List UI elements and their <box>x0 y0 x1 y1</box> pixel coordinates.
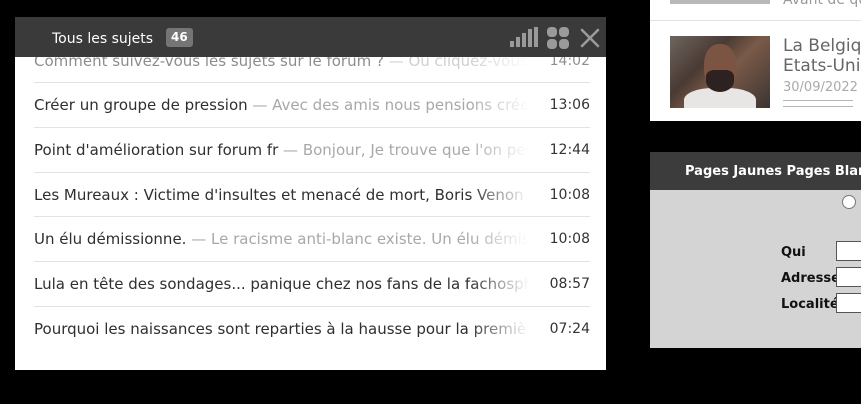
news-card: Avant de qu La Belgiqu Etats-Unis 30/09/… <box>650 0 861 121</box>
search-type-radio[interactable] <box>842 195 856 209</box>
bar-chart-icon[interactable] <box>510 27 538 47</box>
topic-line[interactable]: Les Mureaux : Victime d'insultes et mena… <box>34 185 529 205</box>
topic-time: 10:08 <box>549 186 590 203</box>
topic-title[interactable]: Lula en tête des sondages... panique che… <box>34 275 529 293</box>
topic-line[interactable]: Un élu démissionne. — Le racisme anti-bl… <box>34 229 529 249</box>
topic-row[interactable]: Comment suivez-vous les sujets sur le fo… <box>34 57 590 83</box>
news-more-text <box>783 100 853 107</box>
topic-row[interactable]: Pourquoi les naissances sont reparties à… <box>34 307 590 352</box>
news-top-text[interactable]: Avant de qu <box>783 0 861 8</box>
topic-count-badge: 46 <box>166 28 193 47</box>
topic-row[interactable]: Un élu démissionne. — Le racisme anti-bl… <box>34 217 590 263</box>
topic-time: 10:08 <box>549 231 590 248</box>
topic-time: 07:24 <box>549 320 590 337</box>
news-date: 30/09/2022 <box>783 80 858 95</box>
topic-time: 14:02 <box>549 57 590 69</box>
pages-jaunes-panel: Pages Jaunes Pages Blanches Qui Adresse … <box>650 152 861 348</box>
all-topics-popup: Tous les sujets 46 Comment suivez-vous l… <box>15 17 606 370</box>
topic-row[interactable]: Lula en tête des sondages... panique che… <box>34 262 590 307</box>
topic-excerpt: — Avec des amis nous pensions créer un <box>247 96 529 114</box>
topic-excerpt: — Le racisme anti-blanc existe. Un élu d… <box>186 230 529 249</box>
news-title[interactable]: La Belgiqu Etats-Unis <box>783 36 861 76</box>
topic-title[interactable]: Pourquoi les naissances sont reparties à… <box>34 320 529 338</box>
topic-line[interactable]: Point d'amélioration sur forum fr — Bonj… <box>34 140 529 160</box>
topic-title[interactable]: Un élu démissionne. <box>34 230 186 248</box>
topic-line[interactable]: Lula en tête des sondages... panique che… <box>34 274 529 294</box>
topic-time: 12:44 <box>549 141 590 158</box>
localite-label: Localité <box>781 297 839 312</box>
topic-time: 13:06 <box>549 97 590 113</box>
popup-title: Tous les sujets <box>52 31 154 47</box>
popup-header: Tous les sujets 46 <box>15 17 606 57</box>
topic-line[interactable]: Comment suivez-vous les sujets sur le fo… <box>34 57 529 71</box>
localite-input[interactable] <box>836 293 861 313</box>
topic-time: 08:57 <box>549 276 590 293</box>
close-icon[interactable] <box>580 28 600 48</box>
news-title-line2[interactable]: Etats-Unis <box>783 56 861 76</box>
topic-row[interactable]: Point d'amélioration sur forum fr — Bonj… <box>34 128 590 173</box>
news-thumbnail[interactable] <box>670 36 770 108</box>
topic-row[interactable]: Créer un groupe de pression — Avec des a… <box>34 83 590 128</box>
topic-line[interactable]: Pourquoi les naissances sont reparties à… <box>34 319 529 339</box>
news-thumbnail-partial[interactable] <box>670 0 770 4</box>
topic-row[interactable]: Les Mureaux : Victime d'insultes et mena… <box>34 173 590 218</box>
adresse-input[interactable] <box>836 267 861 287</box>
topic-title[interactable]: Les Mureaux : Victime d'insultes et mena… <box>34 186 529 204</box>
topic-line[interactable]: Créer un groupe de pression — Avec des a… <box>34 95 529 115</box>
topic-title[interactable]: Comment suivez-vous les sujets sur le fo… <box>34 57 384 70</box>
pages-jaunes-header: Pages Jaunes Pages Blanches <box>650 152 861 190</box>
qui-input[interactable] <box>836 241 861 261</box>
divider <box>650 20 861 21</box>
adresse-label: Adresse <box>781 271 840 286</box>
topic-excerpt: — Bonjour, Je trouve que l'on perd tr <box>283 140 529 159</box>
grid-icon[interactable] <box>547 27 569 49</box>
topic-excerpt: — Ou cliquez-vous ? Pa <box>388 57 529 70</box>
topic-list: Comment suivez-vous les sujets sur le fo… <box>34 57 590 370</box>
topic-title[interactable]: Point d'amélioration sur forum fr <box>34 141 278 159</box>
qui-label: Qui <box>781 245 806 260</box>
topic-title[interactable]: Créer un groupe de pression <box>34 96 248 114</box>
news-title-line1[interactable]: La Belgiqu <box>783 36 861 56</box>
